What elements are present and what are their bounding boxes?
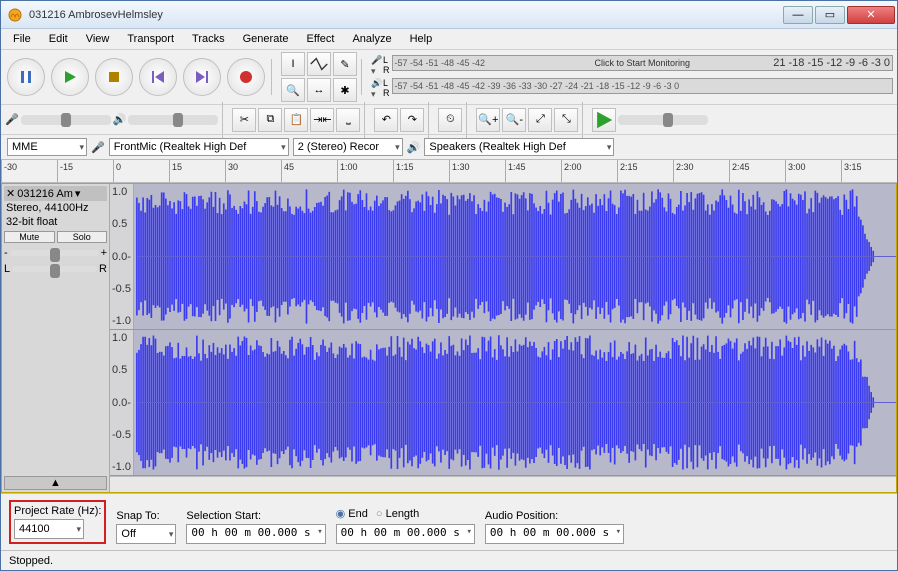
speaker-icon[interactable]: 🔊▾ — [371, 78, 381, 100]
silence-button[interactable]: ⎵ — [336, 108, 360, 132]
h-scrollbar[interactable] — [110, 476, 896, 492]
skip-start-button[interactable] — [139, 58, 177, 96]
output-combo[interactable]: Speakers (Realtek High Def — [424, 138, 614, 156]
mic-gain-icon: 🎤 — [5, 113, 19, 126]
mic-icon[interactable]: 🎤▾ — [371, 55, 381, 77]
project-rate-label: Project Rate (Hz): — [14, 505, 101, 517]
output-device-icon: 🔊 — [407, 141, 421, 154]
sync-lock-button[interactable]: ⏲ — [438, 108, 462, 132]
envelope-tool-button[interactable] — [307, 52, 331, 76]
stop-button[interactable] — [95, 58, 133, 96]
track-panel[interactable]: ✕031216 Am▾ Stereo, 44100Hz 32-bit float… — [2, 184, 110, 492]
draw-tool-button[interactable]: ✎ — [333, 52, 357, 76]
cut-button[interactable]: ✂ — [232, 108, 256, 132]
play-gain-slider[interactable] — [128, 115, 218, 125]
multi-tool-button[interactable]: ✱ — [333, 78, 357, 102]
length-radio[interactable]: Length — [376, 508, 419, 520]
end-radio[interactable]: End — [336, 507, 368, 520]
play-meter[interactable]: -57 -54 -51 -48 -45 -42 -39 -36 -33 -30 … — [392, 78, 894, 94]
maximize-button[interactable]: ▭ — [815, 6, 845, 24]
pan-slider[interactable] — [12, 266, 97, 272]
copy-button[interactable]: ⧉ — [258, 108, 282, 132]
menu-help[interactable]: Help — [402, 31, 441, 47]
menu-edit[interactable]: Edit — [41, 31, 76, 47]
play-button[interactable] — [51, 58, 89, 96]
gain-slider[interactable] — [10, 250, 99, 256]
play-gain-icon: 🔊 — [113, 113, 127, 126]
track-name[interactable]: 031216 Am — [17, 188, 73, 200]
snap-label: Snap To: — [116, 510, 176, 522]
menu-transport[interactable]: Transport — [119, 31, 182, 47]
fit-selection-button[interactable]: ⤢ — [528, 108, 552, 132]
skip-end-button[interactable] — [183, 58, 221, 96]
paste-button[interactable]: 📋 — [284, 108, 308, 132]
audio-position-label: Audio Position: — [485, 510, 624, 522]
fit-project-button[interactable]: ⤡ — [554, 108, 578, 132]
solo-button[interactable]: Solo — [57, 231, 108, 243]
trim-button[interactable]: ⇥⇤ — [310, 108, 334, 132]
redo-button[interactable]: ↷ — [400, 108, 424, 132]
selection-end-spin[interactable]: 00 h 00 m 00.000 s — [336, 524, 475, 544]
selection-start-label: Selection Start: — [186, 510, 325, 522]
selection-bar: Project Rate (Hz): 44100 Snap To: Off Se… — [1, 493, 897, 550]
track-depth: 32-bit float — [4, 215, 107, 229]
track-format: Stereo, 44100Hz — [4, 201, 107, 215]
selection-tool-button[interactable]: I — [281, 52, 305, 76]
pause-button[interactable] — [7, 58, 45, 96]
project-rate-group: Project Rate (Hz): 44100 — [9, 500, 106, 544]
track-close-icon[interactable]: ✕ — [6, 187, 15, 200]
menu-analyze[interactable]: Analyze — [344, 31, 399, 47]
record-button[interactable] — [227, 58, 265, 96]
zoom-in-button[interactable]: 🔍+ — [476, 108, 500, 132]
menu-generate[interactable]: Generate — [235, 31, 297, 47]
minimize-button[interactable]: — — [783, 6, 813, 24]
input-combo[interactable]: FrontMic (Realtek High Def — [109, 138, 289, 156]
undo-button[interactable]: ↶ — [374, 108, 398, 132]
menu-file[interactable]: File — [5, 31, 39, 47]
menu-effect[interactable]: Effect — [299, 31, 343, 47]
timeshift-tool-button[interactable]: ↔ — [307, 78, 331, 102]
audio-position-spin[interactable]: 00 h 00 m 00.000 s — [485, 524, 624, 544]
collapse-button[interactable]: ▲ — [4, 476, 107, 490]
edit-toolbar: 🎤 🔊 ✂ ⧉ 📋 ⇥⇤ ⎵ ↶ ↷ ⏲ 🔍+ 🔍- ⤢ ⤡ — [1, 104, 897, 134]
wave-left[interactable]: 1.00.50.0--0.5-1.0 — [110, 184, 896, 330]
zoom-tool-button[interactable]: 🔍 — [281, 78, 305, 102]
menubar: File Edit View Transport Tracks Generate… — [1, 29, 897, 49]
host-combo[interactable]: MME — [7, 138, 87, 156]
snap-combo[interactable]: Off — [116, 524, 176, 544]
close-button[interactable]: ✕ — [847, 6, 895, 24]
timeline-ruler[interactable]: -30-1501530451:001:151:301:452:002:152:3… — [1, 159, 897, 183]
transport-toolbar: I ✎ 🔍 ↔ ✱ 🎤▾ LR -57 -54 -51 -48 -45 -42 … — [1, 49, 897, 104]
status-bar: Stopped. — [1, 550, 897, 570]
track-menu-icon[interactable]: ▾ — [75, 187, 81, 200]
play-speed-slider[interactable] — [618, 115, 708, 125]
record-meter[interactable]: -57 -54 -51 -48 -45 -42 Click to Start M… — [392, 55, 894, 71]
track-area: ✕031216 Am▾ Stereo, 44100Hz 32-bit float… — [1, 183, 897, 493]
mute-button[interactable]: Mute — [4, 231, 55, 243]
titlebar[interactable]: 031216 AmbrosevHelmsley — ▭ ✕ — [1, 1, 897, 29]
zoom-out-button[interactable]: 🔍- — [502, 108, 526, 132]
menu-tracks[interactable]: Tracks — [184, 31, 233, 47]
status-text: Stopped. — [9, 555, 53, 567]
play-at-speed-button[interactable] — [592, 108, 616, 132]
record-meter-overlay[interactable]: Click to Start Monitoring — [592, 58, 692, 68]
channels-combo[interactable]: 2 (Stereo) Recor — [293, 138, 403, 156]
app-icon — [7, 7, 23, 23]
device-toolbar: MME 🎤 FrontMic (Realtek High Def 2 (Ster… — [1, 134, 897, 159]
input-device-icon: 🎤 — [91, 141, 105, 154]
wave-right[interactable]: 1.00.50.0--0.5-1.0 — [110, 330, 896, 476]
menu-view[interactable]: View — [78, 31, 118, 47]
app-window: 031216 AmbrosevHelmsley — ▭ ✕ File Edit … — [0, 0, 898, 571]
record-gain-slider[interactable] — [21, 115, 111, 125]
window-title: 031216 AmbrosevHelmsley — [29, 9, 783, 21]
project-rate-combo[interactable]: 44100 — [14, 519, 84, 539]
selection-start-spin[interactable]: 00 h 00 m 00.000 s — [186, 524, 325, 544]
waveform-area[interactable]: 1.00.50.0--0.5-1.0 1.00.50.0--0.5-1.0 — [110, 184, 896, 492]
